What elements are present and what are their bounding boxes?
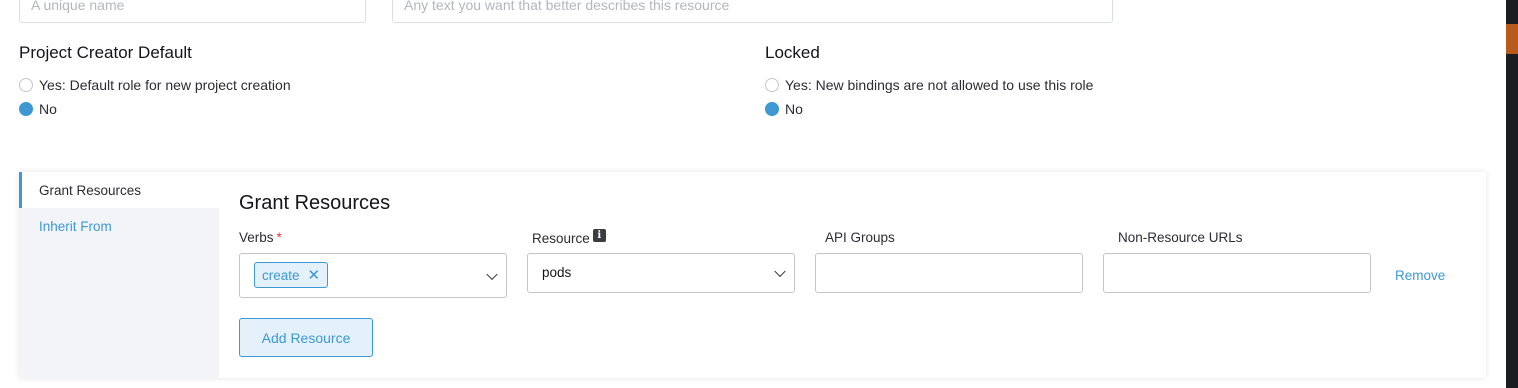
locked-yes-label: Yes: New bindings are not allowed to use… bbox=[785, 77, 1094, 93]
project-creator-yes-label: Yes: Default role for new project creati… bbox=[39, 77, 291, 93]
sidebar-item-label: Inherit From bbox=[39, 218, 112, 234]
locked-yes-option[interactable]: Yes: New bindings are not allowed to use… bbox=[765, 77, 1093, 93]
remove-link[interactable]: Remove bbox=[1395, 268, 1445, 283]
remove-tag-icon[interactable]: ✕ bbox=[308, 266, 321, 284]
locked-title: Locked bbox=[765, 43, 820, 62]
chevron-down-icon[interactable] bbox=[774, 265, 786, 278]
verb-tag-label: create bbox=[262, 267, 300, 283]
required-mark: * bbox=[276, 230, 282, 245]
radio-checked-icon[interactable] bbox=[765, 102, 779, 116]
radio-unchecked-icon[interactable] bbox=[765, 78, 779, 92]
non-resource-urls-label: Non-Resource URLs bbox=[1118, 230, 1243, 245]
description-input-placeholder: Any text you want that better describes … bbox=[404, 0, 730, 13]
sidebar-item-inherit-from[interactable]: Inherit From bbox=[19, 208, 219, 244]
panel-title: Grant Resources bbox=[239, 192, 391, 214]
resource-label: Resource i bbox=[532, 229, 606, 246]
radio-checked-icon[interactable] bbox=[19, 102, 33, 116]
verbs-multiselect[interactable]: create ✕ bbox=[239, 253, 507, 298]
name-input[interactable]: A unique name bbox=[19, 0, 366, 23]
resource-select[interactable]: pods bbox=[527, 253, 795, 293]
chevron-down-icon[interactable] bbox=[486, 268, 498, 280]
verb-tag: create ✕ bbox=[254, 262, 329, 288]
verbs-label: Verbs * bbox=[239, 230, 282, 245]
resource-label-text: Resource bbox=[532, 231, 590, 246]
panel-sidebar: Grant Resources Inherit From bbox=[19, 172, 219, 378]
project-creator-no-label: No bbox=[39, 101, 57, 117]
locked-no-option[interactable]: No bbox=[765, 101, 803, 117]
scrollbar-track[interactable] bbox=[1506, 0, 1518, 388]
sidebar-item-label: Grant Resources bbox=[39, 182, 142, 198]
locked-no-label: No bbox=[785, 101, 803, 117]
sidebar-item-grant-resources[interactable]: Grant Resources bbox=[19, 172, 219, 208]
project-creator-yes-option[interactable]: Yes: Default role for new project creati… bbox=[19, 77, 291, 93]
non-resource-urls-input[interactable] bbox=[1103, 253, 1371, 293]
api-groups-input[interactable] bbox=[815, 253, 1083, 293]
name-input-placeholder: A unique name bbox=[31, 0, 125, 13]
verbs-label-text: Verbs bbox=[239, 230, 274, 245]
info-icon[interactable]: i bbox=[592, 229, 606, 242]
add-resource-button[interactable]: Add Resource bbox=[239, 318, 373, 357]
grant-resources-panel: Grant Resources Inherit From Grant Resou… bbox=[19, 172, 1486, 378]
api-groups-label: API Groups bbox=[825, 230, 895, 245]
project-creator-default-title: Project Creator Default bbox=[19, 43, 192, 62]
resource-select-value: pods bbox=[542, 265, 572, 280]
project-creator-no-option[interactable]: No bbox=[19, 101, 57, 117]
radio-unchecked-icon[interactable] bbox=[19, 78, 33, 92]
description-input[interactable]: Any text you want that better describes … bbox=[392, 0, 1113, 23]
scrollbar-thumb[interactable] bbox=[1506, 24, 1518, 54]
